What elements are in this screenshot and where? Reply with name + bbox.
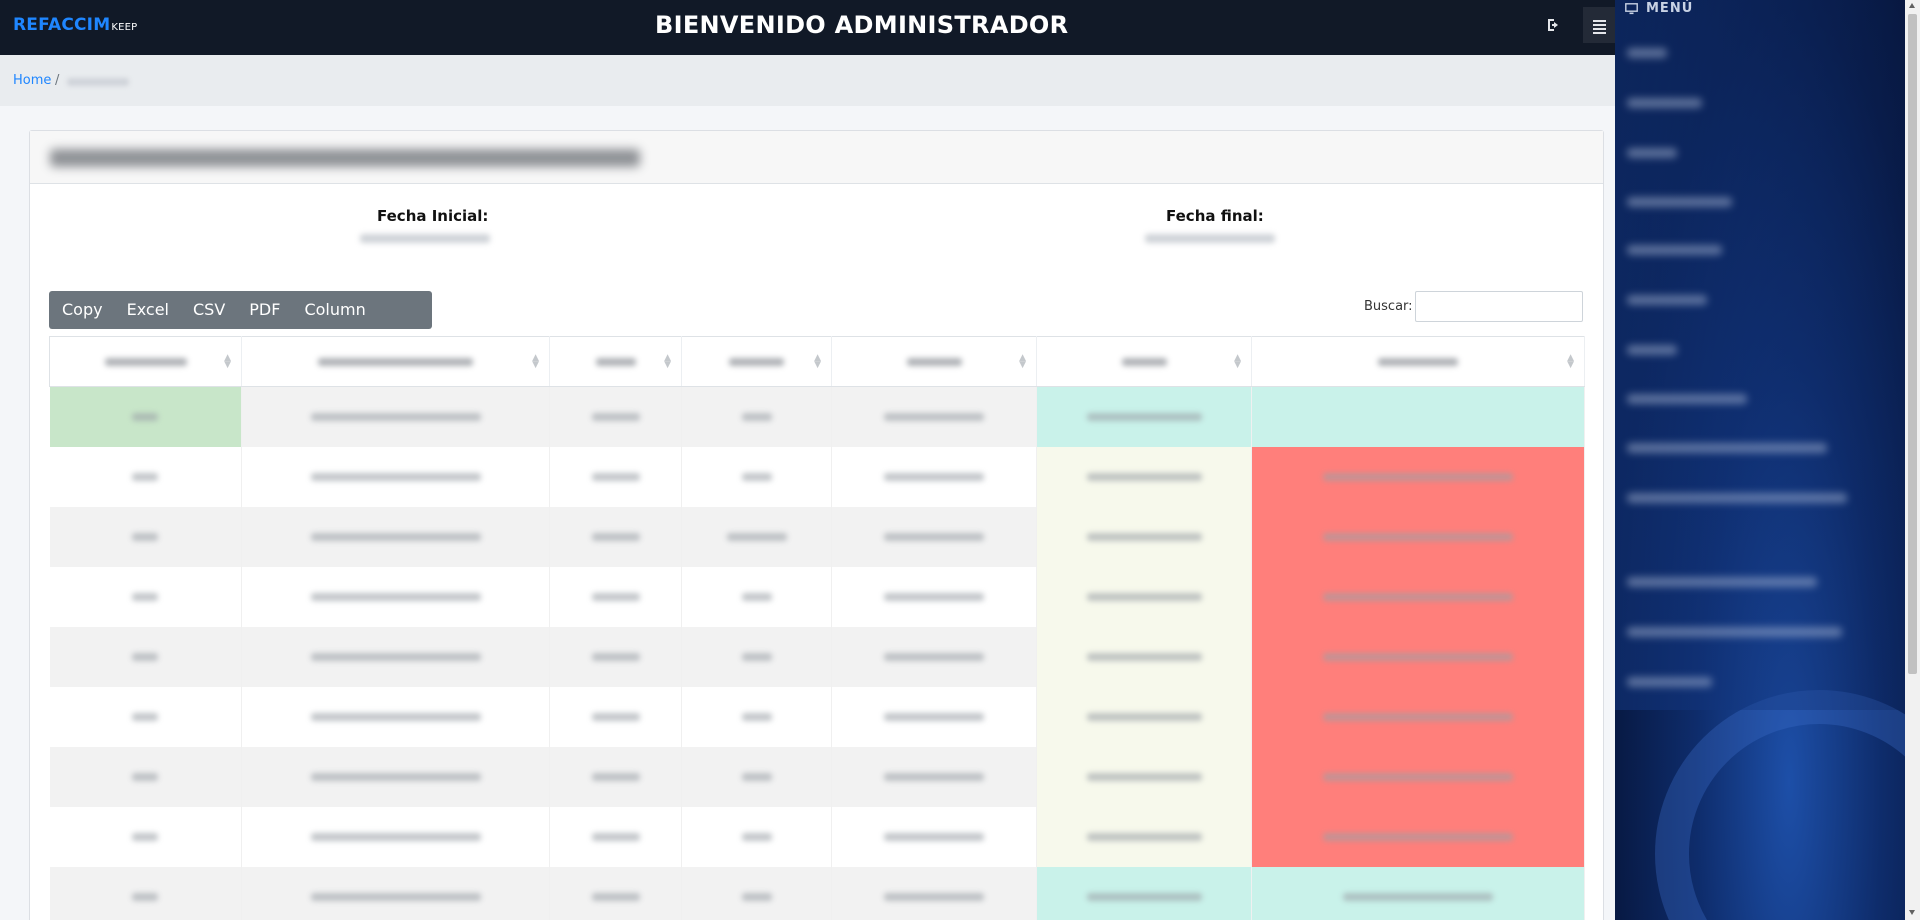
top-navbar: REFACCIMKEEP BIENVENIDO ADMINISTRADOR [0,0,1615,55]
scroll-thumb[interactable] [1908,14,1917,674]
sidebar-item[interactable] [1627,627,1842,637]
table-row[interactable] [49,806,1585,867]
sidebar-item[interactable] [1627,443,1827,453]
sidebar-item[interactable] [1627,148,1677,158]
export-button-group: Copy Excel CSV PDF Column visibility [49,291,432,357]
column-header[interactable]: ▲ ▼ [241,336,550,387]
data-table: ▲ ▼ ▲ ▼ ▲ ▼ ▲ ▼ ▲ ▼ ▲ ▼ ▲ ▼ [49,336,1585,920]
logout-icon[interactable] [1545,16,1563,34]
sidebar-item[interactable] [1627,577,1817,587]
sidebar-item[interactable] [1627,345,1677,355]
monitor-icon [1625,2,1638,14]
start-date-value-redacted [360,234,490,243]
column-header[interactable]: ▲ ▼ [1251,336,1585,387]
breadcrumb-current-redacted [67,78,129,86]
card-header [30,131,1603,184]
scroll-down-arrow-icon[interactable] [1909,910,1915,915]
pdf-button[interactable]: PDF [237,291,292,329]
copy-button[interactable]: Copy [49,291,115,329]
end-date-value-redacted [1145,234,1275,243]
page-welcome-title: BIENVENIDO ADMINISTRADOR [655,11,1069,39]
table-row[interactable] [49,686,1585,747]
column-visibility-button[interactable]: Column visibility [292,291,432,357]
column-header[interactable]: ▲ ▼ [831,336,1037,387]
table-row[interactable] [49,746,1585,807]
breadcrumb-home-link[interactable]: Home [13,73,51,88]
page-scrollbar[interactable] [1905,0,1920,920]
table-header-row: ▲ ▼ ▲ ▼ ▲ ▼ ▲ ▼ ▲ ▼ ▲ ▼ ▲ ▼ [49,336,1585,387]
table-row[interactable] [49,626,1585,687]
sidebar-item[interactable] [1627,677,1712,687]
breadcrumb-separator: / [55,73,60,88]
column-header[interactable]: ▲ ▼ [49,336,242,387]
hamburger-icon[interactable] [1583,7,1615,43]
sidebar-item[interactable] [1627,493,1847,503]
sidebar-item[interactable] [1627,197,1732,207]
sidebar-item[interactable] [1627,245,1722,255]
excel-button[interactable]: Excel [115,291,181,329]
right-sidebar-menu: MENÚ [1615,0,1905,920]
menu-heading: MENÚ [1625,1,1693,16]
sidebar-item[interactable] [1627,394,1747,404]
column-header[interactable]: ▲ ▼ [1036,336,1252,387]
table-row[interactable] [49,566,1585,627]
csv-button[interactable]: CSV [181,291,237,329]
search-label: Buscar: [1364,299,1413,314]
sidebar-item[interactable] [1627,98,1702,108]
column-header[interactable]: ▲ ▼ [549,336,682,387]
brand-logo[interactable]: REFACCIMKEEP [13,15,137,35]
table-row[interactable] [49,506,1585,567]
table-row[interactable] [49,446,1585,507]
table-row[interactable] [49,866,1585,920]
end-date-label: Fecha final: [1166,207,1264,225]
brand-name: REFACCIM [13,15,111,35]
column-header[interactable]: ▲ ▼ [681,336,832,387]
card-title-redacted [50,149,640,167]
breadcrumb: Home / [0,55,1615,106]
start-date-label: Fecha Inicial: [377,207,489,225]
table-row[interactable] [49,386,1585,447]
search-input[interactable] [1415,291,1583,322]
sidebar-item[interactable] [1627,48,1667,58]
menu-heading-label: MENÚ [1646,1,1694,16]
sidebar-item[interactable] [1627,295,1707,305]
brand-suffix: KEEP [111,22,138,33]
scroll-up-arrow-icon[interactable] [1909,3,1915,8]
